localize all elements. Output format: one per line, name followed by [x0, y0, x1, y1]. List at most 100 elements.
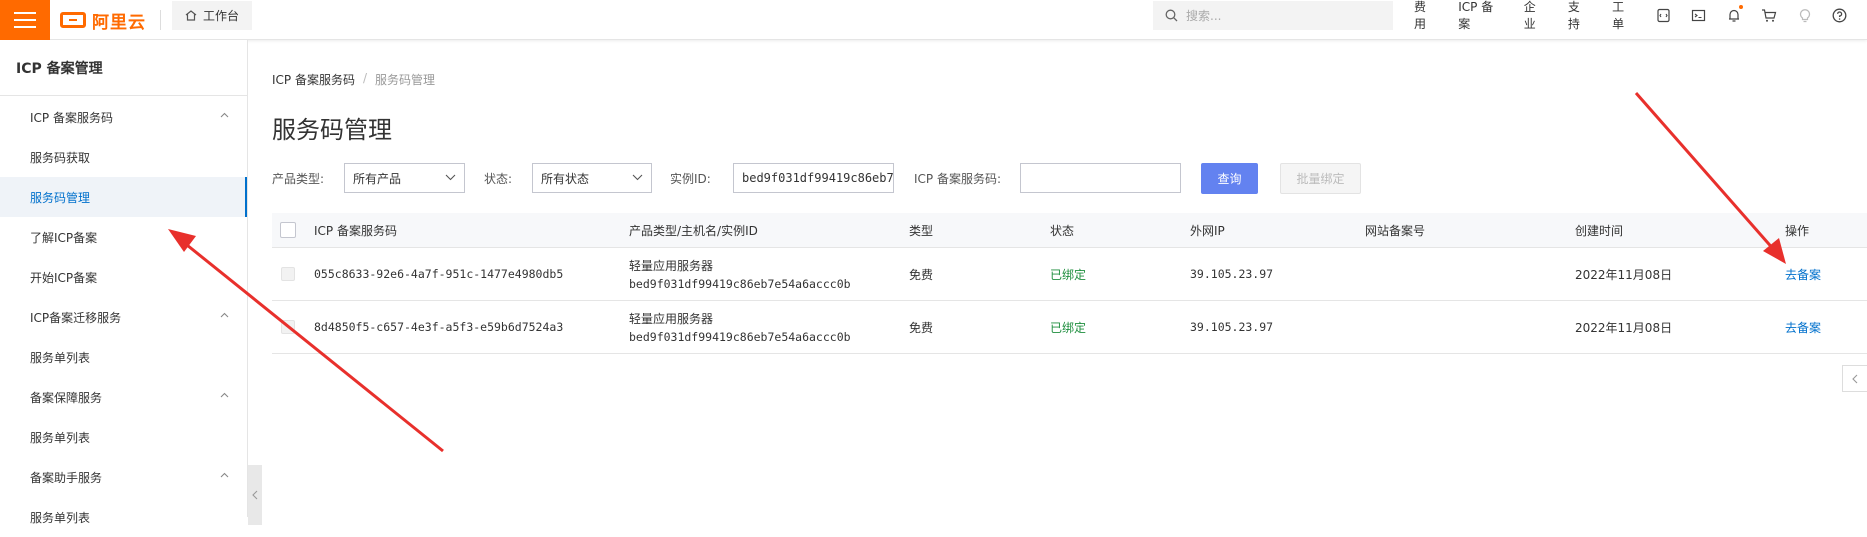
table-row: 055c8633-92e6-4a7f-951c-1477e4980db5 轻量应…: [272, 248, 1867, 301]
icp-code-label: ICP 备案服务码:: [914, 172, 1002, 186]
breadcrumb: ICP 备案服务码 / 服务码管理: [272, 71, 435, 88]
sidebar-group-assistant[interactable]: 备案助手服务: [0, 457, 247, 497]
nav-link-ticket[interactable]: 工单: [1612, 0, 1634, 32]
nav-link-support[interactable]: 支持: [1568, 0, 1590, 32]
select-all-checkbox[interactable]: [280, 222, 296, 238]
product-name: 轻量应用服务器: [629, 312, 714, 326]
column-header: 状态: [1050, 223, 1075, 238]
created-time-cell: 2022年11月08日: [1575, 320, 1673, 335]
chevron-down-icon: [632, 174, 643, 181]
workbench-label: 工作台: [202, 9, 239, 23]
type-cell: 免费: [909, 320, 934, 335]
menu-toggle-button[interactable]: [0, 0, 50, 40]
filter-bar: 产品类型: 所有产品 状态: 所有状态 实例ID: bed9f031df9941…: [272, 163, 1572, 194]
hamburger-icon: [14, 12, 36, 14]
sidebar-title: ICP 备案管理: [0, 40, 247, 96]
top-navigation-bar: 阿里云 工作台 搜索... 费用 ICP 备案 企业 支持 工单: [0, 0, 1867, 40]
nav-link-billing[interactable]: 费用: [1414, 0, 1436, 32]
instance-id-input[interactable]: bed9f031df99419c86eb7e54a6accc0b: [733, 163, 894, 193]
sidebar-item-assistant-orders[interactable]: 服务单列表: [0, 497, 247, 537]
breadcrumb-separator: /: [362, 71, 368, 85]
column-header: ICP 备案服务码: [314, 223, 397, 238]
chevron-up-icon: [220, 112, 229, 118]
table-row: 8d4850f5-c657-4e3f-a5f3-e59b6d7524a3 轻量应…: [272, 301, 1867, 354]
cart-icon[interactable]: [1761, 7, 1777, 23]
right-panel-handle[interactable]: [1842, 365, 1867, 392]
breadcrumb-parent[interactable]: ICP 备案服务码: [272, 71, 355, 88]
row-checkbox: [281, 267, 295, 281]
created-time-cell: 2022年11月08日: [1575, 267, 1673, 282]
search-placeholder: 搜索...: [1186, 9, 1222, 23]
service-code-table: ICP 备案服务码 产品类型/主机名/实例ID 类型 状态 外网IP 网站备案号…: [272, 213, 1867, 354]
breadcrumb-current: 服务码管理: [375, 73, 436, 87]
nav-link-icp[interactable]: ICP 备案: [1458, 0, 1501, 32]
lightbulb-icon[interactable]: [1797, 7, 1812, 23]
search-icon: [1165, 9, 1178, 22]
nav-link-enterprise[interactable]: 企业: [1524, 0, 1546, 32]
sidebar-collapse-handle[interactable]: [248, 465, 262, 525]
chevron-left-icon: [1852, 374, 1858, 383]
public-ip-cell: 39.105.23.97: [1190, 267, 1274, 281]
service-code-cell: 8d4850f5-c657-4e3f-a5f3-e59b6d7524a3: [314, 320, 564, 334]
sidebar-item-learn-icp[interactable]: 了解ICP备案: [0, 217, 247, 257]
row-checkbox: [281, 320, 295, 334]
chevron-up-icon: [220, 472, 229, 478]
type-cell: 免费: [909, 267, 934, 282]
chevron-left-icon: [252, 490, 258, 500]
column-header: 操作: [1785, 223, 1810, 238]
product-type-select[interactable]: 所有产品: [344, 163, 465, 193]
console-icon[interactable]: [1691, 7, 1706, 23]
logo-divider: [160, 10, 161, 30]
column-header: 网站备案号: [1365, 223, 1426, 238]
column-header: 类型: [909, 223, 934, 238]
sidebar-item-code-management[interactable]: 服务码管理: [0, 177, 247, 217]
status-cell: 已绑定: [1050, 267, 1087, 282]
query-button[interactable]: 查询: [1201, 163, 1258, 194]
sidebar-group-migration[interactable]: ICP备案迁移服务: [0, 297, 247, 337]
icp-code-input[interactable]: [1020, 163, 1181, 193]
column-header: 外网IP: [1190, 223, 1225, 238]
instance-id-label: 实例ID:: [670, 172, 711, 186]
column-header: 创建时间: [1575, 223, 1624, 238]
chevron-up-icon: [220, 312, 229, 318]
product-cell: 轻量应用服务器 bed9f031df99419c86eb7e54a6accc0b: [629, 248, 851, 300]
column-header: 产品类型/主机名/实例ID: [629, 223, 758, 238]
chevron-down-icon: [445, 174, 456, 181]
select-all-checkbox-cell: [280, 213, 296, 247]
terminal-code-icon[interactable]: [1656, 7, 1671, 23]
go-filing-link[interactable]: 去备案: [1785, 301, 1821, 353]
page-title: 服务码管理: [272, 116, 392, 144]
notification-dot: [1739, 5, 1744, 9]
batch-bind-button[interactable]: 批量绑定: [1280, 163, 1361, 194]
sidebar: ICP 备案管理 ICP 备案服务码 服务码获取 服务码管理 了解ICP备案 开…: [0, 40, 248, 525]
help-icon[interactable]: [1832, 7, 1847, 23]
logo-text: 阿里云: [92, 12, 146, 33]
table-header: ICP 备案服务码 产品类型/主机名/实例ID 类型 状态 外网IP 网站备案号…: [272, 213, 1867, 248]
status-cell: 已绑定: [1050, 320, 1087, 335]
top-nav-links: 费用 ICP 备案 企业 支持 工单: [1414, 0, 1867, 32]
main-content: ICP 备案服务码 / 服务码管理 服务码管理 产品类型: 所有产品 状态: 所…: [272, 40, 1867, 517]
instance-id: bed9f031df99419c86eb7e54a6accc0b: [629, 330, 851, 344]
aliyun-logo-icon: [60, 12, 86, 28]
status-select[interactable]: 所有状态: [532, 163, 652, 193]
product-cell: 轻量应用服务器 bed9f031df99419c86eb7e54a6accc0b: [629, 301, 851, 353]
sidebar-group-icp-code[interactable]: ICP 备案服务码: [0, 97, 247, 137]
chevron-up-icon: [220, 392, 229, 398]
status-label: 状态:: [484, 172, 513, 186]
sidebar-item-start-icp[interactable]: 开始ICP备案: [0, 257, 247, 297]
product-name: 轻量应用服务器: [629, 259, 714, 273]
sidebar-item-get-code[interactable]: 服务码获取: [0, 137, 247, 177]
instance-id: bed9f031df99419c86eb7e54a6accc0b: [629, 277, 851, 291]
bell-icon[interactable]: [1726, 5, 1744, 23]
home-icon: [185, 10, 197, 21]
service-code-cell: 055c8633-92e6-4a7f-951c-1477e4980db5: [314, 267, 564, 281]
aliyun-logo[interactable]: 阿里云: [60, 5, 146, 35]
product-type-label: 产品类型:: [272, 172, 325, 186]
sidebar-group-guarantee[interactable]: 备案保障服务: [0, 377, 247, 417]
go-filing-link[interactable]: 去备案: [1785, 248, 1821, 300]
public-ip-cell: 39.105.23.97: [1190, 320, 1274, 334]
sidebar-item-guarantee-orders[interactable]: 服务单列表: [0, 417, 247, 457]
workbench-button[interactable]: 工作台: [172, 1, 252, 30]
sidebar-item-migration-orders[interactable]: 服务单列表: [0, 337, 247, 377]
search-input[interactable]: 搜索...: [1153, 1, 1393, 30]
